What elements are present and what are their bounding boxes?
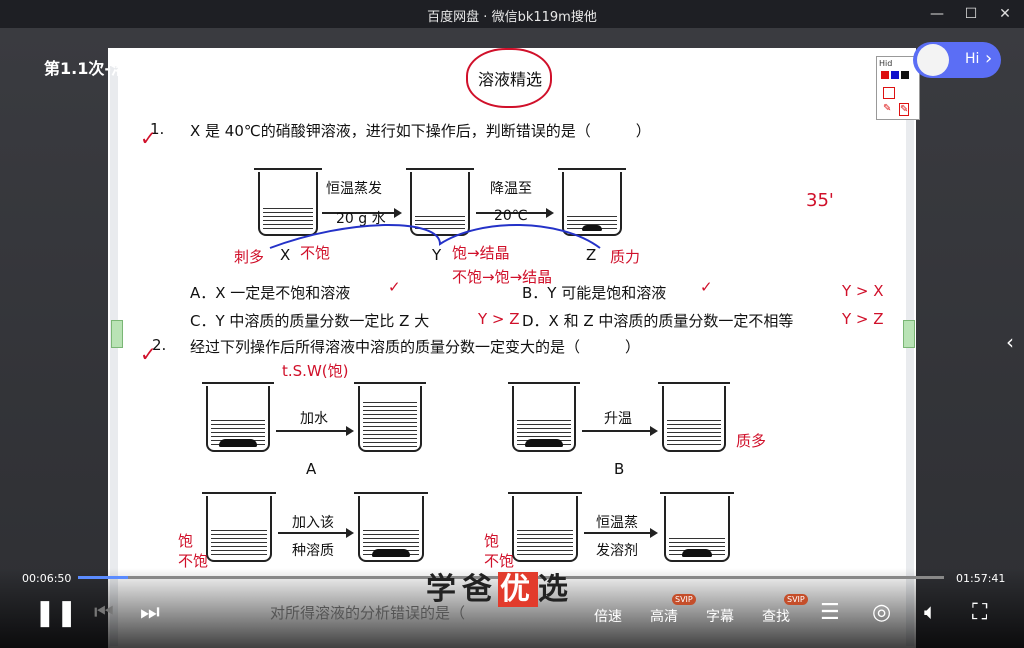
left-panel-toggle[interactable] xyxy=(111,320,123,348)
page-left-gutter xyxy=(110,66,118,646)
beaker-a2 xyxy=(354,382,426,452)
annotation-mass-note: 质多 xyxy=(736,432,767,450)
header-label: 溶液精选 xyxy=(478,70,543,89)
blue-swatch[interactable] xyxy=(891,71,899,79)
assistant-label: Hi xyxy=(965,51,980,67)
total-time: 01:57:41 xyxy=(956,572,1006,585)
settings-icon[interactable]: ◎ xyxy=(872,600,891,625)
quality-button[interactable]: 高清 xyxy=(650,606,678,626)
arrow-d xyxy=(584,528,658,538)
watermark-b: 优 xyxy=(498,572,538,607)
red-swatch[interactable] xyxy=(881,71,889,79)
q2-op-add-solute-2: 种溶质 xyxy=(292,543,334,559)
page-right-gutter xyxy=(906,66,914,646)
fullscreen-icon[interactable]: ⛶ xyxy=(972,600,987,625)
avatar xyxy=(917,44,949,76)
beaker-b2 xyxy=(658,382,730,452)
annotation-formula: t.S.W(饱) xyxy=(282,362,349,380)
watermark-c: 选 xyxy=(538,572,574,607)
video-title: 第1.1次-溶液精选(2021-12-15 09：07：01).mp4 xyxy=(44,59,442,78)
right-panel-toggle[interactable] xyxy=(903,320,915,348)
video-area[interactable]: 第1.1次-溶液精选(2021-12-15 09：07：01).mp4 ⋔ ⇩ … xyxy=(0,28,1024,648)
q2-op-evaporate-1: 恒温蒸 xyxy=(596,515,638,531)
annotation-c-note1: 饱 xyxy=(178,532,194,550)
q2-label-a: A xyxy=(306,460,317,478)
q1-option-b: B．Y 可能是饱和溶液 xyxy=(522,284,667,302)
watermark: 学爸优选 xyxy=(426,564,574,608)
beaker-d2 xyxy=(660,492,734,562)
next-icon[interactable]: ⏭ xyxy=(140,600,160,625)
more-icon[interactable]: ⋯ xyxy=(748,48,768,72)
assistant-pill[interactable]: Hi › xyxy=(913,42,1001,78)
arrow-c xyxy=(278,528,354,538)
annotation-check-a: ✓ xyxy=(388,278,401,296)
speed-button[interactable]: 倍速 xyxy=(594,606,622,626)
chevron-right-icon: › xyxy=(985,48,993,69)
side-panel-chevron-icon[interactable]: ‹ xyxy=(1006,330,1014,354)
check-mark-q2: ✓ xyxy=(140,342,157,366)
black-swatch[interactable] xyxy=(901,71,909,79)
annotation-time: 35' xyxy=(806,190,834,211)
q2-op-add-solute-1: 加入该 xyxy=(292,515,334,531)
progress-fill xyxy=(78,576,129,579)
q1-option-c: C．Y 中溶质的质量分数一定比 Z 大 xyxy=(190,312,430,330)
arrow-a xyxy=(276,426,354,436)
rectangle-tool-icon[interactable] xyxy=(883,87,895,99)
q1-option-a: A．X 一定是不饱和溶液 xyxy=(190,284,351,302)
current-time: 00:06:50 xyxy=(22,572,72,585)
arrow-b xyxy=(582,426,658,436)
check-mark: ✓ xyxy=(140,126,157,150)
download-icon[interactable]: ⇩ xyxy=(700,48,717,72)
close-button[interactable]: ✕ xyxy=(992,4,1018,24)
q2-op-heat: 升温 xyxy=(604,411,632,427)
beaker-d1 xyxy=(508,492,582,562)
watermark-a: 学爸 xyxy=(426,572,498,607)
search-button[interactable]: 查找 xyxy=(762,606,790,626)
annotation-d-note1: 饱 xyxy=(484,532,500,550)
svip-badge: SVIP xyxy=(672,594,696,605)
q2-op-add-water: 加水 xyxy=(300,411,328,427)
app-title: 百度网盘 · 微信bk119m搜他 xyxy=(427,10,597,25)
playlist-icon[interactable]: ☰ xyxy=(820,600,840,625)
maximize-button[interactable]: ☐ xyxy=(958,4,984,24)
subtitle-button[interactable]: 字幕 xyxy=(706,606,734,626)
picture-in-picture-icon[interactable]: ⧉ xyxy=(810,48,824,72)
beaker-b1 xyxy=(508,382,580,452)
minimize-button[interactable]: — xyxy=(924,4,950,24)
expand-icon[interactable]: ▭ xyxy=(858,48,877,72)
annotation-y-gt-z2: Y > Z xyxy=(842,310,884,328)
svip-badge-2: SVIP xyxy=(784,594,808,605)
annotation-blue-curve xyxy=(269,223,601,249)
q1-stem: X 是 40℃的硝酸钾溶液，进行如下操作后，判断错误的是（ ） xyxy=(190,122,651,140)
q2-op-evaporate-2: 发溶剂 xyxy=(596,543,638,559)
pen-tool-icon[interactable]: ✎ xyxy=(883,103,891,114)
step1-top-label: 恒温蒸发 xyxy=(326,181,382,197)
step2-top-label: 降温至 xyxy=(490,181,532,197)
q2-stem: 经过下列操作后所得溶液中溶质的质量分数一定变大的是（ ） xyxy=(190,338,641,356)
q1-option-d: D．X 和 Z 中溶质的质量分数一定不相等 xyxy=(522,312,794,330)
q2-label-b: B xyxy=(614,460,625,478)
share-icon[interactable]: ⋔ xyxy=(650,48,667,72)
title-bar: 百度网盘 · 微信bk119m搜他 — ☐ ✕ xyxy=(0,0,1024,28)
annotation-check-b: ✓ xyxy=(700,278,713,296)
annotation-y-gt-x: Y > X xyxy=(842,282,884,300)
beaker-c1 xyxy=(202,492,276,562)
annotation-y-gt-z: Y > Z xyxy=(478,310,520,328)
pause-icon[interactable]: ❚❚ xyxy=(34,598,78,628)
palette-hide-label[interactable]: Hid xyxy=(879,59,892,68)
beaker-a1 xyxy=(202,382,274,452)
volume-icon[interactable]: 🔈︎ xyxy=(924,600,937,625)
highlighter-tool-icon[interactable]: ✎ xyxy=(899,103,910,116)
previous-icon[interactable]: ⏮ xyxy=(94,600,114,625)
beaker-c2 xyxy=(354,492,428,562)
